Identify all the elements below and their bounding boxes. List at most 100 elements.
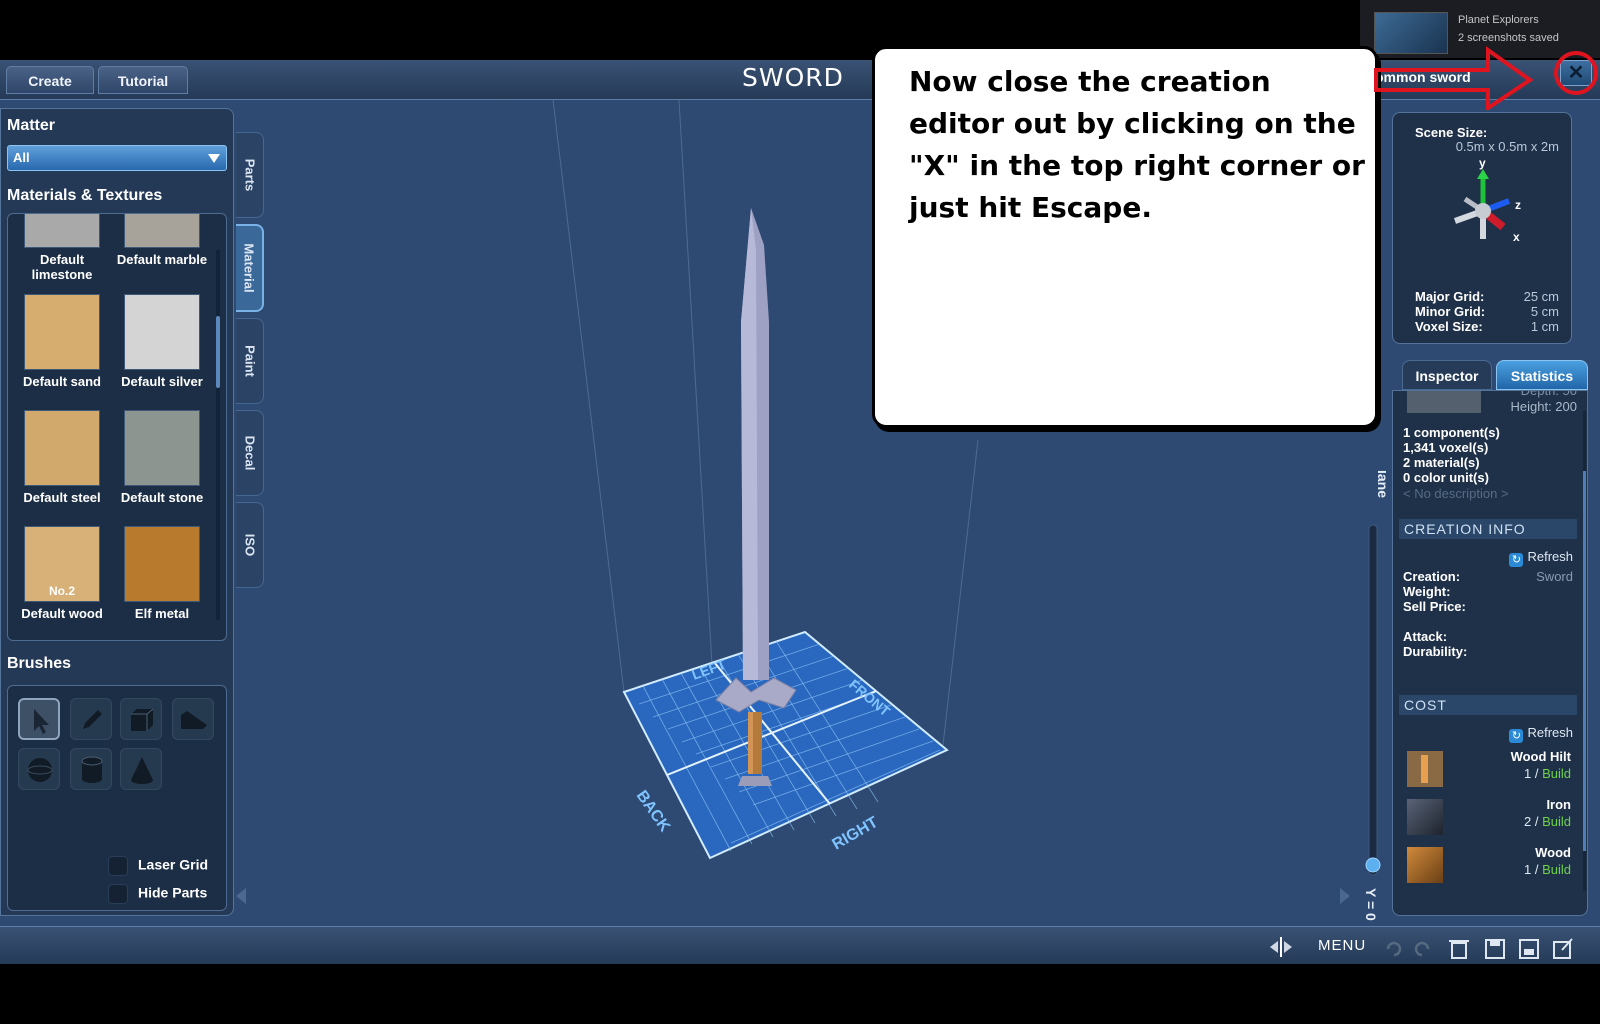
select-brush-button[interactable] bbox=[18, 698, 60, 740]
cone-icon bbox=[131, 757, 153, 784]
scene-info-panel: Scene Size: 0.5m x 0.5m x 2m y z x Major… bbox=[1392, 112, 1572, 344]
cost-item-qty: 1 / Build bbox=[1524, 862, 1571, 877]
material-scrollbar[interactable] bbox=[216, 250, 220, 620]
material-name: Default marble bbox=[116, 252, 208, 267]
hide-parts-toggle[interactable]: Hide Parts bbox=[108, 884, 207, 904]
material-item-sand[interactable]: Default sand bbox=[14, 294, 110, 389]
laser-grid-checkbox[interactable] bbox=[108, 856, 128, 876]
creation-label: Creation: bbox=[1403, 569, 1461, 584]
axis-gizmo-icon[interactable]: y z x bbox=[1437, 159, 1537, 259]
box-brush-button[interactable] bbox=[120, 698, 162, 740]
grid-label-back: BACK bbox=[633, 788, 674, 836]
laser-grid-toggle[interactable]: Laser Grid bbox=[108, 856, 208, 876]
creation-thumbnail bbox=[1407, 391, 1481, 413]
matter-label: Matter bbox=[7, 117, 56, 134]
tutorial-callout: Now close the creation editor out by cli… bbox=[872, 46, 1378, 428]
stat-materials: 2 material(s) bbox=[1403, 455, 1480, 470]
grid-label-right: RIGHT bbox=[830, 814, 882, 854]
refresh-label: Refresh bbox=[1527, 725, 1573, 740]
build-link[interactable]: Build bbox=[1542, 814, 1571, 829]
material-item-silver[interactable]: Default silver bbox=[114, 294, 210, 389]
wedge-brush-button[interactable] bbox=[172, 698, 214, 740]
cost-refresh-button[interactable]: ↻ Refresh bbox=[1509, 725, 1573, 743]
bottom-bar: MENU bbox=[0, 926, 1600, 964]
description-placeholder[interactable]: < No description > bbox=[1403, 486, 1509, 501]
sphere-brush-button[interactable] bbox=[18, 748, 60, 790]
export-icon[interactable] bbox=[1553, 938, 1573, 959]
stat-color-units: 0 color unit(s) bbox=[1403, 470, 1489, 485]
wood-hilt-icon bbox=[1407, 751, 1443, 787]
depth-value: Depth: 50 bbox=[1520, 390, 1577, 398]
material-name: Default stone bbox=[120, 490, 204, 505]
brushes-panel: Laser Grid Hide Parts bbox=[7, 685, 227, 911]
cost-item-qty: 1 / Build bbox=[1524, 766, 1571, 781]
material-item-steel[interactable]: Default steel bbox=[14, 410, 110, 505]
scrollbar-thumb[interactable] bbox=[1583, 471, 1586, 851]
materials-label: Materials & Textures bbox=[7, 187, 163, 204]
mirror-icon[interactable] bbox=[1268, 937, 1294, 957]
build-link[interactable]: Build bbox=[1542, 862, 1571, 877]
material-item-wood[interactable]: No.2 Default wood bbox=[14, 526, 110, 621]
axis-y-label: y bbox=[1479, 159, 1486, 170]
save-icon[interactable] bbox=[1485, 939, 1505, 959]
undo-icon[interactable] bbox=[1386, 941, 1402, 957]
build-link[interactable]: Build bbox=[1542, 766, 1571, 781]
cost-item-wood[interactable]: Wood 1 / Build bbox=[1403, 843, 1577, 889]
arrow-cursor-icon bbox=[34, 709, 49, 734]
material-swatch bbox=[24, 410, 100, 486]
cube-icon bbox=[131, 708, 154, 731]
matter-dropdown[interactable]: All bbox=[7, 145, 227, 171]
save-as-icon[interactable] bbox=[1519, 939, 1539, 959]
material-item-limestone[interactable]: Default limestone bbox=[14, 214, 110, 282]
scene-size-value: 0.5m x 0.5m x 2m bbox=[1455, 139, 1559, 154]
hide-parts-label: Hide Parts bbox=[138, 884, 208, 901]
red-arrow-annotation bbox=[1374, 46, 1598, 110]
material-name: Default limestone bbox=[31, 252, 93, 282]
cylinder-icon bbox=[81, 756, 103, 783]
creation-value: Sword bbox=[1536, 569, 1573, 584]
refresh-icon: ↻ bbox=[1509, 553, 1524, 567]
material-item-elf-metal[interactable]: Elf metal bbox=[114, 526, 210, 621]
cost-header: COST bbox=[1399, 695, 1577, 715]
highlight-circle bbox=[1554, 51, 1598, 95]
menu-button[interactable]: MENU bbox=[1318, 937, 1366, 954]
stats-scrollbar[interactable] bbox=[1583, 411, 1586, 891]
axis-x-label: x bbox=[1513, 230, 1520, 244]
plane-label: lane bbox=[1375, 470, 1386, 498]
minor-grid-label: Minor Grid: bbox=[1415, 304, 1486, 319]
pencil-icon bbox=[83, 710, 102, 729]
material-item-marble[interactable]: Default marble bbox=[114, 214, 210, 267]
cost-item-wood-hilt[interactable]: Wood Hilt 1 / Build bbox=[1403, 747, 1577, 793]
weight-label: Weight: bbox=[1403, 584, 1451, 599]
cost-item-name: Wood Hilt bbox=[1510, 749, 1571, 764]
nav-left-arrow-icon[interactable] bbox=[236, 888, 246, 904]
trash-icon[interactable] bbox=[1449, 940, 1469, 959]
hide-parts-checkbox[interactable] bbox=[108, 884, 128, 904]
tab-create[interactable]: Create bbox=[6, 66, 94, 94]
scrollbar-thumb[interactable] bbox=[216, 316, 220, 388]
y-plane-track[interactable]: lane Y = 0 bbox=[1360, 470, 1391, 930]
bottom-toolbar-icons bbox=[1386, 938, 1573, 959]
tab-tutorial[interactable]: Tutorial bbox=[98, 66, 188, 94]
tab-inspector[interactable]: Inspector bbox=[1402, 360, 1492, 390]
redo-icon[interactable] bbox=[1414, 941, 1430, 957]
cost-item-name: Iron bbox=[1546, 797, 1571, 812]
creation-refresh-button[interactable]: ↻ Refresh bbox=[1509, 549, 1573, 567]
voxel-size-value: 1 cm bbox=[1530, 319, 1559, 334]
pencil-brush-button[interactable] bbox=[70, 698, 112, 740]
tab-statistics[interactable]: Statistics bbox=[1496, 360, 1588, 390]
sword-model[interactable] bbox=[715, 208, 797, 786]
cost-item-qty: 2 / Build bbox=[1524, 814, 1571, 829]
minor-grid-value: 5 cm bbox=[1530, 304, 1559, 319]
voxel-size-label: Voxel Size: bbox=[1415, 319, 1483, 334]
material-name: Default silver bbox=[121, 374, 203, 389]
cost-item-iron[interactable]: Iron 2 / Build bbox=[1403, 795, 1577, 841]
cone-brush-button[interactable] bbox=[120, 748, 162, 790]
matter-selected-value: All bbox=[13, 150, 30, 165]
nav-right-arrow-icon[interactable] bbox=[1340, 888, 1350, 904]
cylinder-brush-button[interactable] bbox=[70, 748, 112, 790]
left-panel: Matter All Materials & Textures Default … bbox=[0, 108, 234, 916]
y-plane-slider[interactable]: lane Y = 0 bbox=[1360, 470, 1391, 930]
stat-voxels: 1,341 voxel(s) bbox=[1403, 440, 1489, 455]
material-item-stone[interactable]: Default stone bbox=[114, 410, 210, 505]
